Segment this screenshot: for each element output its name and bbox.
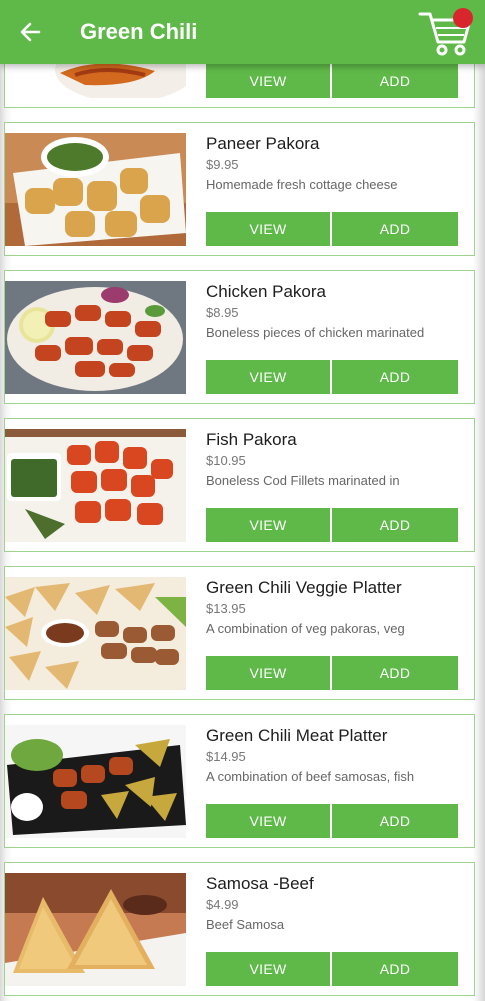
add-button[interactable]: ADD [332,656,458,690]
view-button[interactable]: VIEW [206,804,330,838]
list-item[interactable]: Green Chili Veggie Platter $13.95 A comb… [4,566,475,700]
list-item[interactable]: Samosa -Beef $4.99 Beef Samosa VIEW ADD [4,862,475,996]
item-price: $9.95 [206,157,239,172]
food-image [5,281,186,394]
item-price: $14.95 [206,749,246,764]
food-image [5,429,186,542]
item-name: Fish Pakora [206,430,297,449]
item-description: Beef Samosa [206,917,285,932]
food-image [5,133,186,246]
item-description: A combination of veg pakoras, veg [206,621,405,636]
cart-badge [453,8,473,28]
view-button[interactable]: VIEW [206,656,330,690]
view-button[interactable]: VIEW [206,952,330,986]
item-price: $4.99 [206,897,239,912]
add-button[interactable]: ADD [332,212,458,246]
view-button[interactable]: VIEW [206,508,330,542]
item-name: Green Chili Meat Platter [206,726,388,745]
list-item[interactable]: Fish Pakora $10.95 Boneless Cod Fillets … [4,418,475,552]
add-button[interactable]: ADD [332,508,458,542]
item-name: Paneer Pakora [206,134,320,153]
view-button[interactable]: VIEW [206,64,330,98]
food-image [5,873,186,986]
app-bar: Green Chili [0,0,485,64]
list-item[interactable]: Paneer Pakora $9.95 Homemade fresh cotta… [4,122,475,256]
item-price: $10.95 [206,453,246,468]
item-description: A combination of beef samosas, fish [206,769,415,784]
food-image [5,577,186,690]
view-button[interactable]: VIEW [206,212,330,246]
list-item[interactable]: Chicken Pakora $8.95 Boneless pieces of … [4,270,475,404]
item-price: $13.95 [206,601,246,616]
item-description: Boneless Cod Fillets marinated in [206,473,400,488]
page-title: Green Chili [80,19,198,44]
item-name: Samosa -Beef [206,874,314,893]
app-screen: VIEW ADD Paneer Pakora $9.95 Homemade fr… [0,0,485,1001]
add-button[interactable]: ADD [332,360,458,394]
arrow-left-icon [19,21,41,43]
add-button[interactable]: ADD [332,804,458,838]
back-button[interactable] [12,14,48,50]
view-button[interactable]: VIEW [206,360,330,394]
item-name: Green Chili Veggie Platter [206,578,402,597]
add-button[interactable]: ADD [332,952,458,986]
item-price: $8.95 [206,305,239,320]
item-description: Homemade fresh cottage cheese [206,177,398,192]
add-button[interactable]: ADD [332,64,458,98]
item-name: Chicken Pakora [206,282,327,301]
list-item[interactable]: Green Chili Meat Platter $14.95 A combin… [4,714,475,848]
food-image [5,725,186,838]
item-description: Boneless pieces of chicken marinated [206,325,425,340]
